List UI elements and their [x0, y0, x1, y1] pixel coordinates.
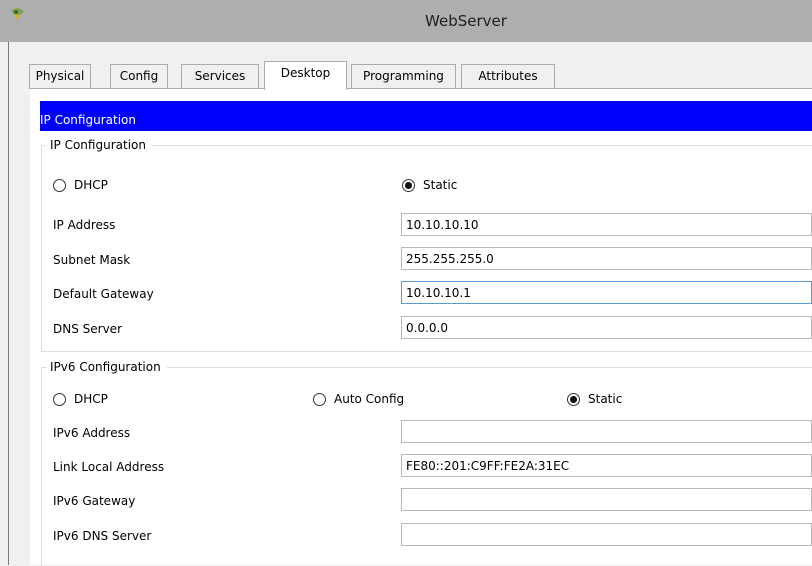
- window-title: WebServer: [425, 12, 507, 30]
- ipv6-dns-server-field[interactable]: [401, 523, 812, 546]
- ip-address-field[interactable]: [401, 213, 812, 236]
- ipv6-auto-config-label: Auto Config: [334, 392, 405, 406]
- ipv6-address-label: IPv6 Address: [53, 426, 131, 440]
- ipv6-static-label: Static: [588, 392, 623, 406]
- ipv6-dhcp-label: DHCP: [74, 392, 108, 406]
- default-gateway-label: Default Gateway: [53, 287, 154, 301]
- tab-physical[interactable]: Physical: [29, 64, 91, 88]
- radio-unselected-icon: [53, 178, 66, 192]
- ipv4-static-label: Static: [423, 178, 458, 192]
- ipv6-gateway-field[interactable]: [401, 488, 812, 511]
- link-local-address-label: Link Local Address: [53, 460, 165, 474]
- ipv4-config-legend: IP Configuration: [46, 138, 152, 152]
- tab-desktop[interactable]: Desktop: [264, 61, 347, 90]
- radio-unselected-icon: [53, 392, 66, 406]
- tab-config[interactable]: Config: [110, 64, 168, 88]
- radio-selected-icon: [402, 178, 415, 192]
- ipv6-config-legend: IPv6 Configuration: [46, 360, 167, 374]
- ipv4-dhcp-label: DHCP: [74, 178, 108, 192]
- ipv6-gateway-label: IPv6 Gateway: [53, 494, 136, 508]
- tab-services[interactable]: Services: [181, 64, 259, 88]
- dns-server-field[interactable]: [401, 316, 812, 339]
- ipv4-static-radio[interactable]: Static: [402, 178, 457, 192]
- default-gateway-field[interactable]: [401, 281, 812, 304]
- tab-programming[interactable]: Programming: [351, 64, 456, 88]
- ipv6-dns-server-label: IPv6 DNS Server: [53, 529, 152, 543]
- ipv6-static-radio[interactable]: Static: [567, 392, 622, 406]
- link-local-address-field[interactable]: [401, 454, 812, 477]
- ipv6-address-field[interactable]: [401, 420, 812, 443]
- subnet-mask-field[interactable]: [401, 247, 812, 270]
- window-titlebar: WebServer: [0, 0, 812, 42]
- ipv4-dhcp-radio[interactable]: DHCP: [53, 178, 108, 192]
- subnet-mask-label: Subnet Mask: [53, 253, 131, 267]
- ipv6-auto-config-radio[interactable]: Auto Config: [313, 392, 404, 406]
- radio-unselected-icon: [313, 392, 326, 406]
- tab-attributes[interactable]: Attributes: [461, 64, 555, 88]
- ip-address-label: IP Address: [53, 218, 116, 232]
- dns-server-label: DNS Server: [53, 322, 122, 336]
- radio-selected-icon: [567, 392, 580, 406]
- ipv6-dhcp-radio[interactable]: DHCP: [53, 392, 108, 406]
- ip-configuration-header: IP Configuration: [40, 101, 812, 131]
